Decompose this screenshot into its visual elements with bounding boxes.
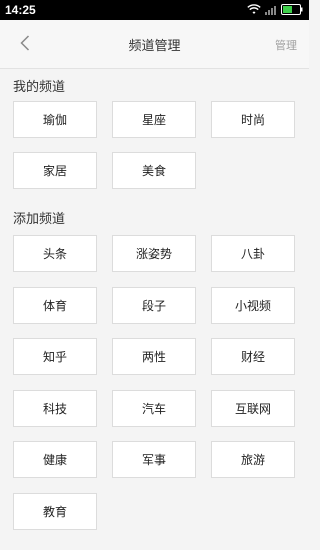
add-channel-chip[interactable]: 科技	[13, 390, 97, 427]
status-bar: 14:25	[0, 0, 309, 20]
signal-icon	[265, 5, 277, 15]
wifi-icon	[247, 4, 261, 15]
add-channel-chip[interactable]: 涨姿势	[112, 235, 196, 272]
add-channel-chip[interactable]: 汽车	[112, 390, 196, 427]
add-channel-chip[interactable]: 知乎	[13, 338, 97, 375]
manage-button[interactable]: 管理	[275, 37, 297, 53]
nav-bar: 频道管理 管理	[0, 20, 309, 69]
add-channel-chip[interactable]: 头条	[13, 235, 97, 272]
add-channel-chip[interactable]: 八卦	[211, 235, 295, 272]
add-channel-chip[interactable]: 段子	[112, 287, 196, 324]
add-channel-chip[interactable]: 体育	[13, 287, 97, 324]
add-channel-chip[interactable]: 旅游	[211, 441, 295, 478]
my-channels-title: 我的频道	[13, 80, 66, 95]
status-icons	[247, 4, 303, 15]
add-channel-chip[interactable]: 教育	[13, 493, 97, 530]
my-channel-chip[interactable]: 瑜伽	[13, 101, 97, 138]
my-channel-chip[interactable]: 时尚	[211, 101, 295, 138]
status-time: 14:25	[5, 3, 36, 17]
add-channel-chip[interactable]: 健康	[13, 441, 97, 478]
my-channel-chip[interactable]: 星座	[112, 101, 196, 138]
my-channel-chip[interactable]: 家居	[13, 152, 97, 189]
battery-icon	[281, 4, 303, 15]
page-title: 频道管理	[128, 39, 181, 54]
add-channel-chip[interactable]: 财经	[211, 338, 295, 375]
add-channel-chip[interactable]: 小视频	[211, 287, 295, 324]
add-channel-chip[interactable]: 军事	[112, 441, 196, 478]
add-channel-chip[interactable]: 两性	[112, 338, 196, 375]
my-channel-chip[interactable]: 美食	[112, 152, 196, 189]
add-channels-title: 添加频道	[13, 212, 66, 227]
add-channel-chip[interactable]: 互联网	[211, 390, 295, 427]
